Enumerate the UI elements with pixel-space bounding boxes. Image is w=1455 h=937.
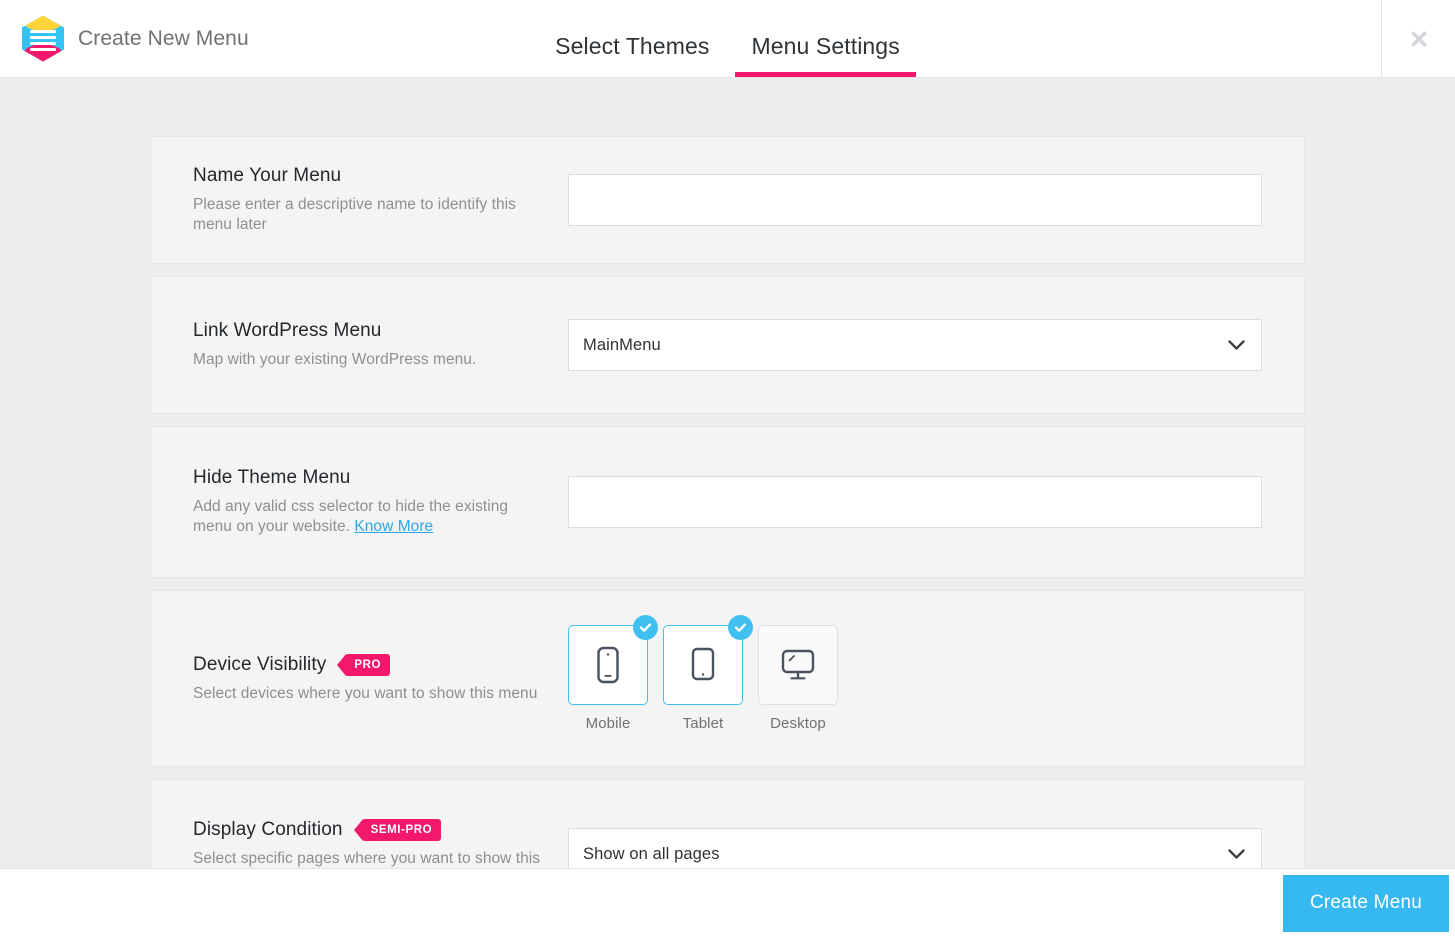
device-list: Mobile Tablet Desktop	[568, 615, 838, 732]
section-control: Mobile Tablet Desktop	[568, 615, 1262, 732]
tab-menu-settings[interactable]: Menu Settings	[735, 33, 917, 77]
section-control: MainMenu	[568, 319, 1262, 371]
close-icon	[1410, 30, 1427, 47]
section-label: Device Visibility PRO Select devices whe…	[193, 653, 568, 704]
tablet-icon	[691, 647, 715, 681]
section-link-wordpress-menu: Link WordPress Menu Map with your existi…	[150, 276, 1305, 414]
chevron-down-icon	[1228, 849, 1245, 860]
page-title: Create New Menu	[78, 26, 249, 50]
hide-menu-title: Hide Theme Menu	[193, 467, 351, 489]
device-label-desktop: Desktop	[770, 715, 826, 732]
brand: Create New Menu	[0, 0, 249, 77]
create-menu-button[interactable]: Create Menu	[1283, 874, 1449, 932]
modal-footer: Create Menu	[0, 868, 1455, 937]
link-menu-title: Link WordPress Menu	[193, 320, 382, 342]
section-control	[568, 476, 1262, 528]
section-device-visibility: Device Visibility PRO Select devices whe…	[150, 590, 1305, 767]
semi-pro-badge: SEMI-PRO	[353, 819, 442, 842]
section-label: Link WordPress Menu Map with your existi…	[193, 320, 568, 370]
section-label: Name Your Menu Please enter a descriptiv…	[193, 165, 568, 234]
wordpress-menu-selected-value: MainMenu	[583, 335, 661, 354]
section-display-condition: Display Condition SEMI-PRO Select specif…	[150, 779, 1305, 868]
name-menu-description: Please enter a descriptive name to ident…	[193, 196, 516, 233]
pro-badge: PRO	[337, 653, 391, 676]
device-option-mobile[interactable]: Mobile	[568, 615, 658, 732]
device-option-tablet[interactable]: Tablet	[663, 615, 753, 732]
chevron-down-icon	[1228, 340, 1245, 351]
section-control	[568, 174, 1262, 226]
display-condition-title: Display Condition	[193, 819, 343, 841]
create-menu-modal: Create New Menu Select Themes Menu Setti…	[0, 0, 1455, 937]
css-selector-input[interactable]	[568, 476, 1262, 528]
section-label: Hide Theme Menu Add any valid css select…	[193, 467, 568, 536]
display-condition-description: Select specific pages where you want to …	[193, 850, 541, 868]
section-hide-theme-menu: Hide Theme Menu Add any valid css select…	[150, 426, 1305, 578]
name-menu-title: Name Your Menu	[193, 165, 342, 187]
menu-hexagon-logo-icon	[22, 15, 64, 62]
check-circle-icon	[728, 615, 753, 640]
hide-menu-description: Add any valid css selector to hide the e…	[193, 498, 509, 535]
modal-header: Create New Menu Select Themes Menu Setti…	[0, 0, 1455, 78]
display-condition-selected-value: Show on all pages	[583, 844, 720, 863]
wordpress-menu-select[interactable]: MainMenu	[568, 319, 1262, 371]
section-name-your-menu: Name Your Menu Please enter a descriptiv…	[150, 136, 1305, 264]
mobile-icon	[597, 646, 619, 684]
device-label-tablet: Tablet	[682, 715, 724, 732]
pro-badge-label: PRO	[345, 653, 391, 676]
settings-scroll-area[interactable]: Name Your Menu Please enter a descriptiv…	[0, 78, 1455, 868]
know-more-link[interactable]: Know More	[354, 518, 433, 535]
desktop-icon	[781, 649, 815, 680]
menu-name-input[interactable]	[568, 174, 1262, 226]
link-menu-description: Map with your existing WordPress menu.	[193, 351, 477, 369]
device-option-desktop[interactable]: Desktop	[758, 625, 838, 732]
semi-pro-badge-label: SEMI-PRO	[361, 819, 442, 842]
device-visibility-title: Device Visibility	[193, 653, 327, 675]
display-condition-select[interactable]: Show on all pages	[568, 828, 1262, 868]
section-control: Show on all pages	[568, 828, 1262, 868]
device-label-mobile: Mobile	[585, 715, 631, 732]
section-label: Display Condition SEMI-PRO Select specif…	[193, 819, 568, 868]
close-button[interactable]	[1381, 0, 1455, 77]
device-visibility-description: Select devices where you want to show th…	[193, 684, 538, 702]
check-circle-icon	[633, 615, 658, 640]
tab-select-themes[interactable]: Select Themes	[553, 33, 711, 77]
